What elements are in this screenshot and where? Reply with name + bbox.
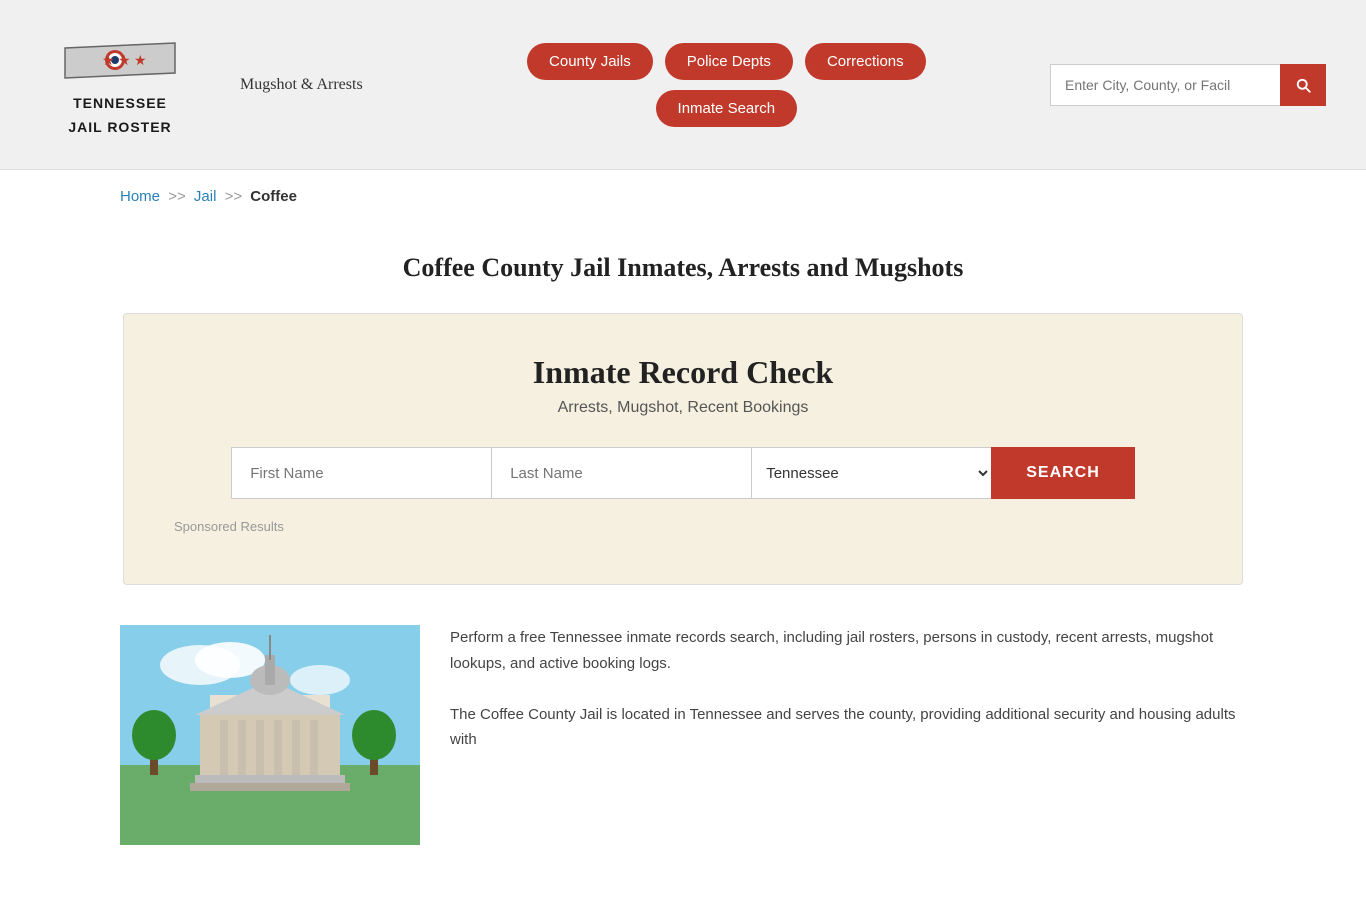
content-paragraph-2: The Coffee County Jail is located in Ten… — [450, 702, 1246, 753]
record-check-heading: Inmate Record Check — [174, 354, 1192, 391]
site-search-input[interactable] — [1050, 64, 1280, 106]
mugshot-link[interactable]: Mugshot & Arrests — [240, 76, 363, 94]
record-check-box: Inmate Record Check Arrests, Mugshot, Re… — [123, 313, 1243, 585]
nav-area: County Jails Police Depts Corrections In… — [393, 43, 1020, 127]
logo-text: TENNESSEE JAIL ROSTER — [68, 88, 171, 136]
breadcrumb-sep-1: >> — [168, 188, 186, 205]
page-title: Coffee County Jail Inmates, Arrests and … — [40, 253, 1326, 283]
search-icon — [1294, 76, 1312, 94]
site-search-area — [1050, 64, 1326, 106]
breadcrumb: Home >> Jail >> Coffee — [0, 170, 1366, 223]
logo-map-icon: ★ ★ ★ — [60, 33, 180, 88]
svg-text:★: ★ — [134, 54, 147, 69]
svg-text:★: ★ — [102, 54, 115, 69]
logo-area: ★ ★ ★ TENNESSEE JAIL ROSTER — [40, 33, 200, 136]
page-title-area: Coffee County Jail Inmates, Arrests and … — [0, 223, 1366, 303]
nav-county-jails-button[interactable]: County Jails — [527, 43, 653, 80]
first-name-input[interactable] — [231, 447, 491, 499]
last-name-input[interactable] — [491, 447, 751, 499]
nav-row-2: Inmate Search — [656, 90, 798, 127]
record-check-wrapper: Inmate Record Check Arrests, Mugshot, Re… — [0, 313, 1366, 585]
nav-row-1: County Jails Police Depts Corrections — [527, 43, 926, 80]
breadcrumb-sep-2: >> — [225, 188, 243, 205]
content-text: Perform a free Tennessee inmate records … — [450, 625, 1246, 753]
content-paragraph-1: Perform a free Tennessee inmate records … — [450, 625, 1246, 676]
breadcrumb-jail-link[interactable]: Jail — [194, 188, 217, 205]
sponsored-label: Sponsored Results — [174, 519, 1192, 534]
site-header: ★ ★ ★ TENNESSEE JAIL ROSTER Mugshot & Ar… — [0, 0, 1366, 170]
record-check-subtitle: Arrests, Mugshot, Recent Bookings — [174, 399, 1192, 417]
courthouse-image — [120, 625, 420, 845]
courthouse-illustration — [120, 625, 420, 845]
breadcrumb-current: Coffee — [250, 188, 297, 205]
content-area: Perform a free Tennessee inmate records … — [0, 615, 1366, 885]
svg-text:★: ★ — [118, 54, 131, 69]
nav-police-depts-button[interactable]: Police Depts — [665, 43, 793, 80]
nav-inmate-search-button[interactable]: Inmate Search — [656, 90, 798, 127]
site-search-button[interactable] — [1280, 64, 1326, 106]
state-select[interactable]: Tennessee Alabama Georgia Kentucky Missi… — [751, 447, 991, 499]
breadcrumb-home-link[interactable]: Home — [120, 188, 160, 205]
record-check-form: Tennessee Alabama Georgia Kentucky Missi… — [174, 447, 1192, 499]
nav-corrections-button[interactable]: Corrections — [805, 43, 926, 80]
record-search-button[interactable]: SEARCH — [991, 447, 1135, 499]
main-content: Home >> Jail >> Coffee Coffee County Jai… — [0, 170, 1366, 905]
